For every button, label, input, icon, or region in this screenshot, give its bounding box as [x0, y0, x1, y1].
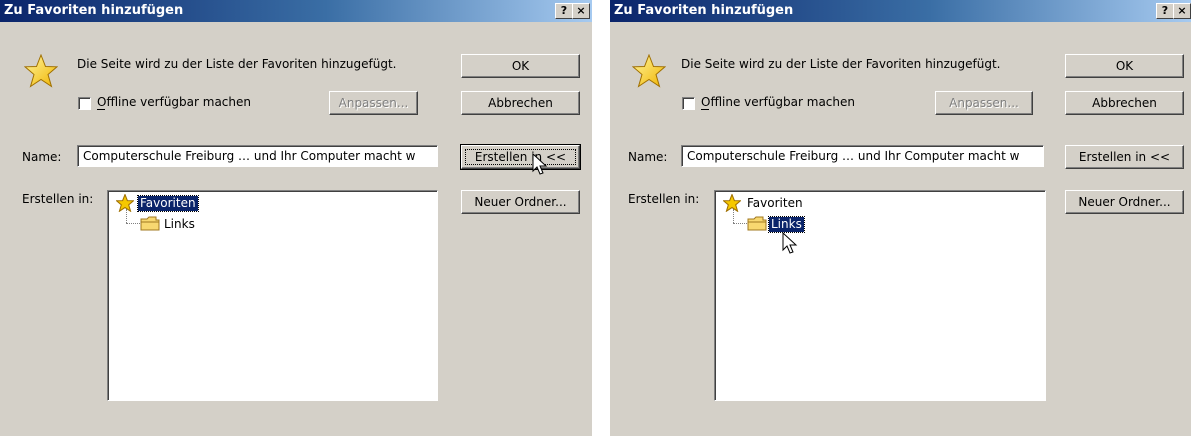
create-in-button[interactable]: Erstellen in <<: [1065, 145, 1184, 169]
name-input[interactable]: Computerschule Freiburg … und Ihr Comput…: [681, 145, 1044, 167]
cancel-button[interactable]: Abbrechen: [461, 91, 580, 115]
mouse-pointer-icon: [532, 153, 548, 175]
ok-button[interactable]: OK: [461, 54, 580, 78]
help-button[interactable]: ?: [1156, 3, 1174, 19]
name-label: Name:: [22, 150, 62, 164]
tree-connector: [733, 223, 747, 224]
add-favorite-dialog-1: Zu Favoriten hinzufügen ? × Die Seite wi…: [0, 0, 592, 436]
offline-mnemonic-underline: [701, 96, 709, 110]
folder-icon: [747, 216, 767, 231]
offline-checkbox[interactable]: [78, 97, 91, 110]
tree-node-favorites[interactable]: Favoriten: [745, 196, 805, 211]
folder-tree[interactable]: Favoriten Links: [714, 190, 1046, 401]
create-in-button[interactable]: Erstellen in <<: [460, 144, 581, 170]
ok-button[interactable]: OK: [1065, 54, 1184, 78]
title-bar[interactable]: Zu Favoriten hinzufügen ? ×: [0, 0, 592, 22]
description-text: Die Seite wird zu der Liste der Favorite…: [681, 57, 1001, 71]
mouse-pointer-icon: [782, 232, 798, 254]
offline-label[interactable]: Offline verfügbar machen: [701, 95, 855, 109]
title-bar[interactable]: Zu Favoriten hinzufügen ? ×: [610, 0, 1191, 22]
offline-checkbox[interactable]: [682, 97, 695, 110]
folder-tree[interactable]: Favoriten Links: [107, 190, 438, 401]
close-button[interactable]: ×: [1173, 3, 1191, 19]
create-in-label: Erstellen in:: [22, 192, 94, 206]
new-folder-button[interactable]: Neuer Ordner...: [461, 190, 580, 214]
star-icon: [632, 54, 666, 88]
offline-label[interactable]: Offline verfügbar machen: [97, 95, 251, 109]
offline-label-text: Offline verfügbar machen: [701, 95, 856, 109]
customize-button[interactable]: Anpassen...: [329, 91, 418, 115]
create-in-label: Erstellen in:: [628, 192, 700, 206]
close-button[interactable]: ×: [572, 3, 590, 19]
offline-mnemonic-underline: [97, 96, 105, 110]
tree-node-favorites[interactable]: Favoriten: [137, 195, 199, 212]
offline-label-text: Offline verfügbar machen: [97, 95, 252, 109]
help-button[interactable]: ?: [555, 3, 573, 19]
tree-node-links[interactable]: Links: [162, 217, 197, 232]
name-input[interactable]: Computerschule Freiburg … und Ihr Comput…: [77, 145, 438, 167]
tree-connector: [126, 223, 140, 224]
name-label: Name:: [628, 150, 668, 164]
tree-node-links[interactable]: Links: [768, 216, 805, 233]
description-text: Die Seite wird zu der Liste der Favorite…: [77, 57, 397, 71]
window-title: Zu Favoriten hinzufügen: [614, 3, 794, 18]
new-folder-button[interactable]: Neuer Ordner...: [1065, 190, 1184, 214]
create-in-button-label: Erstellen in <<: [474, 150, 567, 164]
add-favorite-dialog-2: Zu Favoriten hinzufügen ? × Die Seite wi…: [610, 0, 1191, 436]
star-icon: [116, 194, 134, 212]
star-icon: [24, 54, 58, 88]
customize-button[interactable]: Anpassen...: [935, 91, 1033, 115]
cancel-button[interactable]: Abbrechen: [1065, 91, 1184, 115]
window-title: Zu Favoriten hinzufügen: [4, 3, 184, 18]
star-icon: [723, 194, 741, 212]
folder-icon: [140, 216, 160, 231]
